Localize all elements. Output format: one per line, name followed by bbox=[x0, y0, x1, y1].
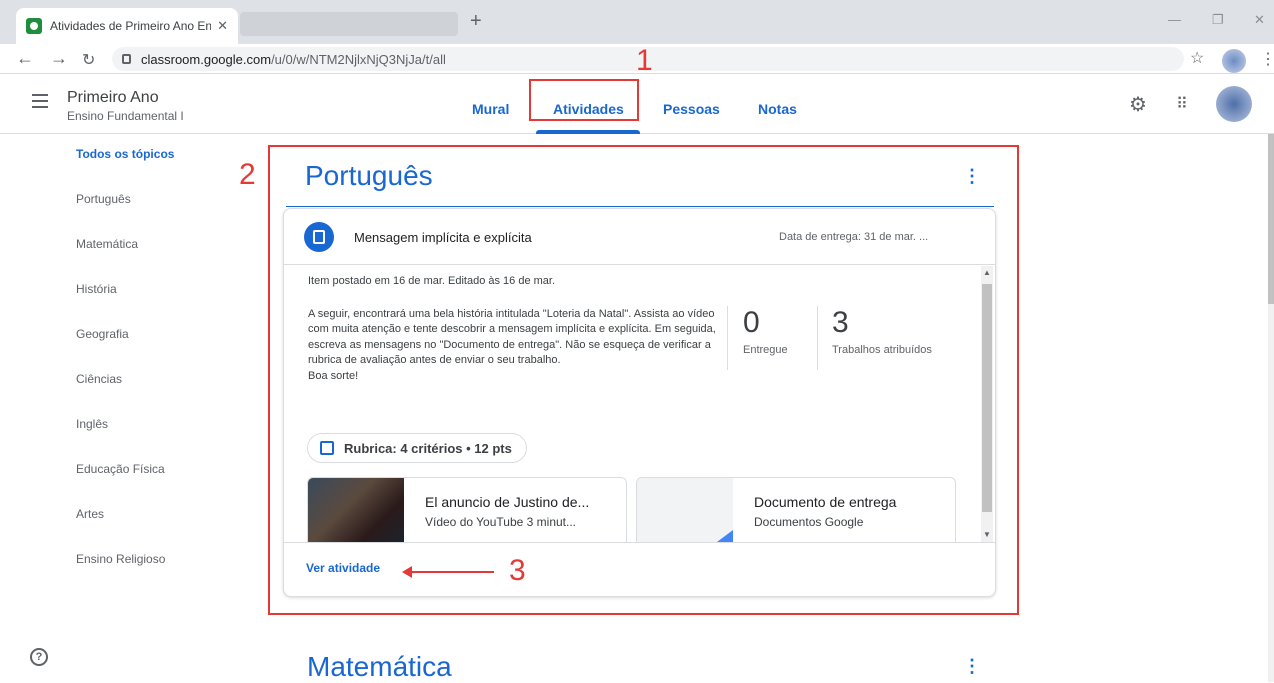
tab-notas[interactable]: Notas bbox=[758, 101, 797, 117]
browser-profile-avatar[interactable] bbox=[1222, 49, 1246, 73]
sidebar-item-geografia[interactable]: Geografia bbox=[76, 327, 129, 341]
sidebar-item-matematica[interactable]: Matemática bbox=[76, 237, 138, 251]
browser-tab-title: Atividades de Primeiro Ano Ensir bbox=[50, 19, 212, 33]
bookmark-star-icon[interactable]: ☆ bbox=[1190, 48, 1204, 68]
next-topic-title: Matemática bbox=[307, 651, 452, 682]
annotation-box-1 bbox=[529, 79, 639, 121]
back-icon[interactable]: ← bbox=[16, 48, 34, 69]
browser-tab-active[interactable]: Atividades de Primeiro Ano Ensir ✕ bbox=[16, 8, 238, 44]
url-host: classroom.google.com bbox=[141, 51, 272, 67]
classroom-favicon-icon bbox=[26, 18, 42, 34]
window-close-icon[interactable]: ✕ bbox=[1254, 12, 1265, 28]
active-tab-indicator bbox=[536, 130, 640, 134]
annotation-number-3: 3 bbox=[509, 554, 526, 587]
tab-mural[interactable]: Mural bbox=[472, 101, 509, 117]
new-tab-icon[interactable]: + bbox=[470, 10, 482, 33]
sidebar-item-educacao-fisica[interactable]: Educação Física bbox=[76, 462, 165, 476]
sidebar-item-todos[interactable]: Todos os tópicos bbox=[76, 147, 174, 161]
sidebar-item-ciencias[interactable]: Ciências bbox=[76, 372, 122, 386]
close-tab-icon[interactable]: ✕ bbox=[217, 18, 228, 34]
restore-icon[interactable]: ❐ bbox=[1212, 12, 1224, 28]
reload-icon[interactable]: ↻ bbox=[82, 50, 95, 70]
settings-gear-icon[interactable]: ⚙ bbox=[1126, 92, 1150, 116]
annotation-number-2: 2 bbox=[239, 158, 256, 191]
class-section: Ensino Fundamental I bbox=[67, 109, 184, 123]
sidebar-item-artes[interactable]: Artes bbox=[76, 507, 104, 521]
annotation-number-1: 1 bbox=[636, 44, 653, 77]
url-path: /u/0/w/NTM2NjlxNjQ3NjJa/t/all bbox=[271, 51, 446, 67]
annotation-box-2 bbox=[268, 145, 1019, 615]
help-icon[interactable]: ? bbox=[30, 648, 48, 666]
browser-tab-bar: Atividades de Primeiro Ano Ensir ✕ + — ❐… bbox=[0, 0, 1274, 44]
sidebar-item-historia[interactable]: História bbox=[76, 282, 117, 296]
browser-tab-blurred[interactable] bbox=[240, 12, 458, 36]
browser-menu-icon[interactable]: ⋮ bbox=[1260, 49, 1274, 69]
page-scrollbar[interactable] bbox=[1268, 134, 1274, 682]
main-menu-icon[interactable] bbox=[32, 94, 48, 108]
class-name[interactable]: Primeiro Ano bbox=[67, 89, 159, 107]
sidebar-item-portugues[interactable]: Português bbox=[76, 192, 131, 206]
tab-pessoas[interactable]: Pessoas bbox=[663, 101, 720, 117]
sidebar-item-ingles[interactable]: Inglês bbox=[76, 417, 108, 431]
apps-grid-icon[interactable]: ⠿ bbox=[1170, 94, 1194, 118]
next-topic-more-icon[interactable]: ⋮ bbox=[963, 656, 981, 677]
annotation-arrow-3 bbox=[402, 566, 494, 578]
minimize-icon[interactable]: — bbox=[1168, 12, 1181, 27]
sidebar-item-ensino-religioso[interactable]: Ensino Religioso bbox=[76, 552, 165, 566]
lock-icon bbox=[122, 54, 131, 64]
forward-icon[interactable]: → bbox=[50, 48, 68, 69]
user-avatar[interactable] bbox=[1216, 86, 1252, 122]
